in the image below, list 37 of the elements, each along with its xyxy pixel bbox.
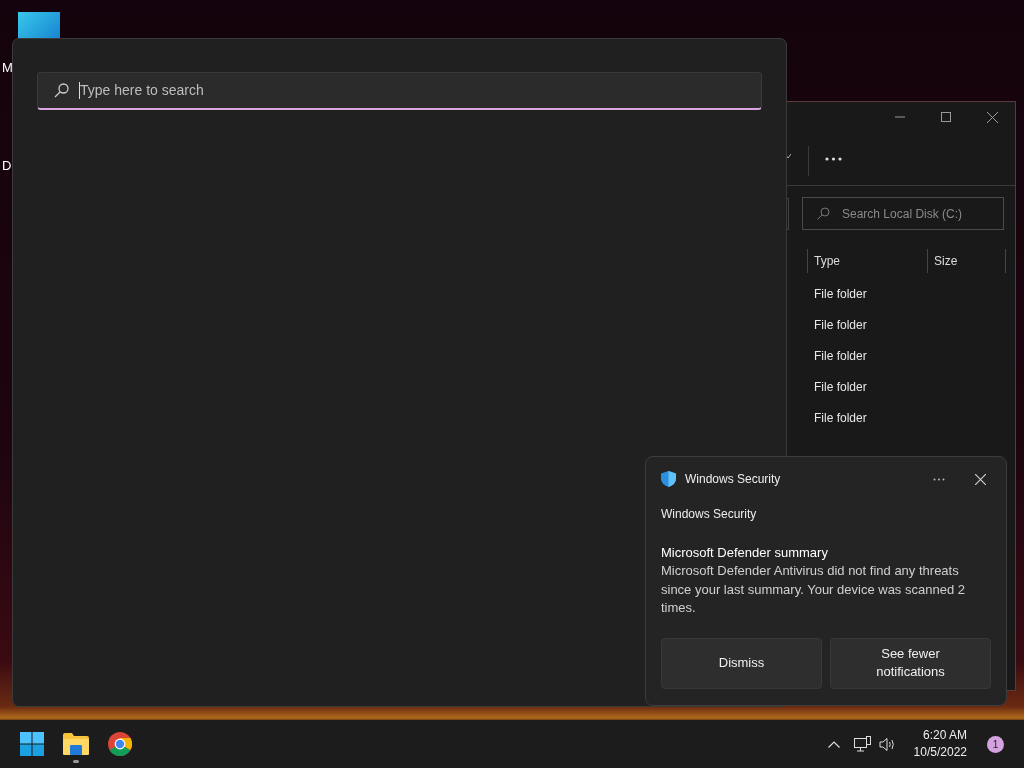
- notification-source: Windows Security: [661, 506, 758, 523]
- clock[interactable]: 6:20 AM 10/5/2022: [913, 727, 967, 761]
- more-options-icon[interactable]: [825, 157, 842, 161]
- table-cell-text: File folder: [814, 347, 868, 365]
- desktop-icon-label: M: [2, 59, 13, 77]
- see-fewer-button[interactable]: See fewer notifications: [830, 637, 991, 689]
- chevron-up-icon[interactable]: [827, 740, 840, 748]
- column-header[interactable]: Size: [927, 249, 1006, 273]
- running-indicator: [73, 760, 79, 763]
- chevron-down-icon[interactable]: [785, 154, 791, 159]
- notification-title: Microsoft Defender summary: [661, 544, 829, 562]
- search-icon: [54, 83, 69, 98]
- table-cell-text: File folder: [814, 316, 868, 334]
- close-icon[interactable]: [975, 473, 986, 485]
- desktop-icon-label: D: [2, 157, 12, 175]
- maximize-icon[interactable]: [941, 112, 951, 122]
- app-name: Windows Security: [685, 471, 781, 488]
- notification-badge[interactable]: 1: [987, 735, 1004, 753]
- more-options-icon[interactable]: [933, 477, 945, 481]
- search-field[interactable]: Search Local Disk (C:): [802, 197, 1004, 230]
- column-header[interactable]: Type: [807, 249, 927, 273]
- close-icon[interactable]: [987, 111, 998, 123]
- speaker-icon[interactable]: [878, 736, 896, 752]
- text-caret: [79, 82, 80, 99]
- windows-logo-icon: [20, 732, 44, 756]
- chrome-icon: [108, 732, 132, 756]
- network-icon[interactable]: [853, 736, 871, 752]
- table-cell-text: File folder: [814, 409, 868, 427]
- notification-body: Microsoft Defender Antivirus did not find any threats since your last summary. Your device was scanned 2 times.: [661, 562, 966, 617]
- desktop-icon[interactable]: [18, 12, 60, 40]
- search-icon: [817, 207, 830, 220]
- dismiss-button[interactable]: Dismiss: [661, 637, 822, 689]
- search-field[interactable]: Type here to search: [37, 72, 762, 110]
- shield-icon: [661, 471, 676, 487]
- table-cell-text: File folder: [814, 285, 868, 303]
- folder-icon: [63, 733, 89, 755]
- table-cell-text: File folder: [814, 378, 868, 396]
